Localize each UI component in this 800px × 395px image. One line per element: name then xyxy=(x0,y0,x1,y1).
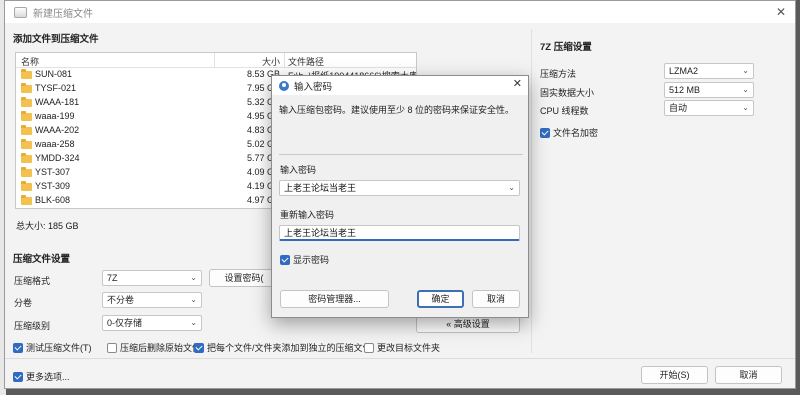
folder-icon xyxy=(21,181,32,191)
chevron-down-icon: ⌄ xyxy=(742,85,749,94)
settings-title: 压缩文件设置 xyxy=(13,254,71,265)
level-value: 0-仅存储 xyxy=(107,318,143,328)
column-path-header[interactable]: 文件路径 xyxy=(288,55,324,68)
dialog-divider xyxy=(279,154,523,155)
footer-divider xyxy=(5,358,795,359)
file-name: WAAA-202 xyxy=(35,125,80,135)
chevron-down-icon[interactable]: ⌄ xyxy=(508,181,515,195)
checkbox-checked-icon xyxy=(13,342,23,353)
separate-archives-checkbox[interactable]: 把每个文件/文件夹添加到独立的压缩文件 xyxy=(194,341,372,354)
folder-icon xyxy=(21,69,32,79)
dict-label: 固实数据大小 xyxy=(540,88,595,98)
start-button[interactable]: 开始(S) xyxy=(641,366,708,384)
window-close-icon[interactable]: ✕ xyxy=(771,3,791,21)
test-archive-checkbox[interactable]: 测试压缩文件(T) xyxy=(13,341,92,354)
chevron-down-icon: ⌄ xyxy=(190,295,197,304)
folder-icon xyxy=(21,125,32,135)
checkbox-unchecked-icon xyxy=(364,342,374,353)
show-password-checkbox[interactable]: 显示密码 xyxy=(280,253,329,266)
encrypt-names-label: 文件名加密 xyxy=(553,128,599,138)
delete-after-checkbox[interactable]: 压缩后删除原始文件 xyxy=(107,341,201,354)
chevron-down-icon: ⌄ xyxy=(742,66,749,75)
folder-icon xyxy=(21,139,32,149)
dialog-close-icon[interactable]: ✕ xyxy=(513,77,522,90)
folder-icon xyxy=(21,83,32,93)
confirm-password-value: 上老王论坛当老王 xyxy=(284,228,357,238)
folder-icon xyxy=(21,111,32,121)
dialog-cancel-button[interactable]: 取消 xyxy=(472,290,520,308)
password-input[interactable]: 上老王论坛当老王 ⌄ xyxy=(279,180,520,196)
test-archive-label: 测试压缩文件(T) xyxy=(26,343,92,353)
dict-value: 512 MB xyxy=(669,85,701,95)
threads-value: 自动 xyxy=(669,103,688,113)
split-value: 不分卷 xyxy=(107,295,135,305)
change-target-checkbox[interactable]: 更改目标文件夹 xyxy=(364,341,440,354)
checkbox-unchecked-icon xyxy=(107,342,117,353)
separate-archives-label: 把每个文件/文件夹添加到独立的压缩文件 xyxy=(207,343,372,353)
password-label: 输入密码 xyxy=(280,165,317,175)
format-value: 7Z xyxy=(107,273,118,283)
show-password-label: 显示密码 xyxy=(293,255,330,265)
password-value: 上老王论坛当老王 xyxy=(284,183,357,193)
method-value: LZMA2 xyxy=(669,66,699,76)
dialog-message: 输入压缩包密码。建议使用至少 8 位的密码来保证安全性。 xyxy=(279,105,515,115)
password-manager-button[interactable]: 密码管理器... xyxy=(280,290,389,308)
level-select[interactable]: 0-仅存储 ⌄ xyxy=(102,315,202,331)
folder-icon xyxy=(21,153,32,163)
chevron-down-icon: ⌄ xyxy=(742,103,749,112)
add-files-title: 添加文件到压缩文件 xyxy=(13,34,99,45)
file-name: WAAA-181 xyxy=(35,97,80,107)
set-password-button[interactable]: 设置密码( xyxy=(209,269,279,287)
method-select[interactable]: LZMA2 ⌄ xyxy=(664,63,754,79)
title-bar: 新建压缩文件 ✕ xyxy=(5,1,795,23)
window-title: 新建压缩文件 xyxy=(33,8,93,20)
format-select[interactable]: 7Z ⌄ xyxy=(102,270,202,286)
confirm-password-input[interactable]: 上老王论坛当老王 xyxy=(279,225,520,241)
column-name-header[interactable]: 名称 xyxy=(21,55,39,68)
file-list-header: 名称 大小 文件路径 xyxy=(16,53,416,68)
checkbox-checked-icon xyxy=(540,127,550,138)
archive-app-icon xyxy=(14,6,27,18)
file-name: YMDD-324 xyxy=(35,153,80,163)
more-options-checkbox[interactable]: 更多选项... xyxy=(13,370,70,383)
folder-icon xyxy=(21,97,32,107)
change-target-label: 更改目标文件夹 xyxy=(377,343,441,353)
column-size-header[interactable]: 大小 xyxy=(216,55,280,68)
cancel-button[interactable]: 取消 xyxy=(715,366,782,384)
file-name: BLK-608 xyxy=(35,195,71,205)
dialog-title: 输入密码 xyxy=(294,81,333,93)
file-name: waaa-258 xyxy=(35,139,75,149)
split-label: 分卷 xyxy=(14,298,33,308)
level-label: 压缩级别 xyxy=(14,321,51,331)
checkbox-checked-icon xyxy=(13,371,23,382)
delete-after-label: 压缩后删除原始文件 xyxy=(120,343,202,353)
seven-z-title: 7Z 压缩设置 xyxy=(540,42,592,53)
folder-icon xyxy=(21,167,32,177)
file-name: TYSF-021 xyxy=(35,83,77,93)
chevron-down-icon: ⌄ xyxy=(190,273,197,282)
seven-z-settings-panel: 7Z 压缩设置 压缩方法 LZMA2 ⌄ 固实数据大小 512 MB ⌄ CPU… xyxy=(531,29,795,353)
file-name: YST-307 xyxy=(35,167,71,177)
method-label: 压缩方法 xyxy=(540,69,577,79)
ok-button[interactable]: 确定 xyxy=(417,290,464,308)
dialog-title-bar: 输入密码 ✕ xyxy=(272,76,528,95)
format-label: 压缩格式 xyxy=(14,276,51,286)
more-options-label: 更多选项... xyxy=(26,372,70,382)
total-size: 总大小: 185 GB xyxy=(16,221,79,231)
folder-icon xyxy=(21,195,32,205)
chevron-down-icon: ⌄ xyxy=(190,318,197,327)
confirm-password-label: 重新输入密码 xyxy=(280,210,335,220)
password-app-icon xyxy=(279,80,289,91)
threads-select[interactable]: 自动 ⌄ xyxy=(664,100,754,116)
password-dialog: 输入密码 ✕ 输入压缩包密码。建议使用至少 8 位的密码来保证安全性。 输入密码… xyxy=(271,75,529,318)
file-name: SUN-081 xyxy=(35,69,73,79)
split-select[interactable]: 不分卷 ⌄ xyxy=(102,292,202,308)
checkbox-checked-icon xyxy=(194,342,204,353)
file-name: YST-309 xyxy=(35,181,71,191)
threads-label: CPU 线程数 xyxy=(540,106,589,116)
file-name: waaa-199 xyxy=(35,111,75,121)
encrypt-names-checkbox[interactable]: 文件名加密 xyxy=(540,126,598,139)
checkbox-checked-icon xyxy=(280,254,290,265)
dict-select[interactable]: 512 MB ⌄ xyxy=(664,82,754,98)
